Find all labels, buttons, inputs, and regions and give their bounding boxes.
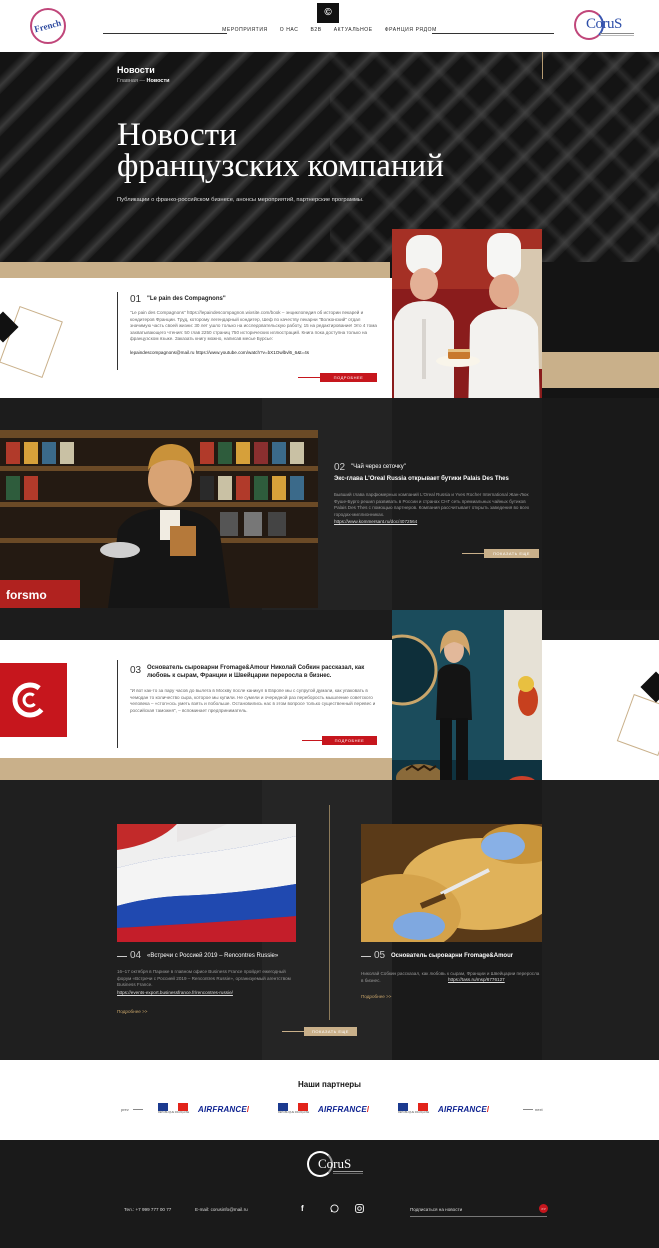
partner-label: AIRFRANCE <box>438 1105 487 1114</box>
nav-item-about[interactable]: О НАС <box>280 27 299 33</box>
more-link[interactable]: Подробнее >> <box>117 1009 147 1014</box>
section-label: Новости <box>117 65 155 75</box>
button-line <box>282 1031 304 1032</box>
page-title-line1: Новости <box>117 117 237 153</box>
republique-francaise-logo[interactable]: RÉPUBLIQUE FRANÇAISE <box>278 1103 310 1114</box>
subscribe-button[interactable]: >> <box>539 1204 548 1213</box>
show-more-button[interactable]: ПОКАЗАТЬ ЕЩЕ <box>484 549 539 558</box>
article-number: 03 <box>130 665 142 676</box>
nav-item-france[interactable]: ФРАНЦИЯ РЯДОМ <box>385 27 437 33</box>
article-link[interactable]: https://www.kommersant.ru/doc/4072564 <box>334 519 417 526</box>
corus-logo[interactable]: CoruS <box>574 10 634 42</box>
article-link[interactable]: lepaindescompagnons@mail.ru https://www.… <box>130 350 378 357</box>
partner-caption: RÉPUBLIQUE FRANÇAISE <box>278 1111 310 1114</box>
shop-sign: forsmo <box>6 588 47 602</box>
news-page: French МЕРОПРИЯТИЯ О НАС B2B АКТУАЛЬНОЕ … <box>0 0 659 1248</box>
partner-caption: RÉPUBLIQUE FRANÇAISE <box>398 1111 430 1114</box>
breadcrumb: Главная — Новости <box>117 78 170 84</box>
center-logo-icon[interactable]: © <box>317 3 339 23</box>
breadcrumb-separator: — <box>139 78 145 84</box>
article-title[interactable]: Основатель сыроварни Fromage&Amour <box>391 953 513 959</box>
breadcrumb-current: Новости <box>146 78 170 84</box>
next-arrow-line <box>523 1109 533 1110</box>
show-more-button[interactable]: ПОКАЗАТЬ ЕЩЕ <box>304 1027 357 1036</box>
partner-caption: RÉPUBLIQUE FRANÇAISE <box>158 1111 190 1114</box>
airfrance-logo[interactable]: AIRFRANCE/ <box>198 1105 249 1114</box>
nav-item-actual[interactable]: АКТУАЛЬНОЕ <box>334 27 373 33</box>
interview-photo <box>392 610 542 804</box>
page-title: Новости французских компаний <box>117 117 537 184</box>
page-subtitle: Публикации о франко-российском бизнесе, … <box>117 197 364 203</box>
partner-label: AIRFRANCE <box>318 1105 367 1114</box>
article-link[interactable]: https://events-export.businessfrance.fr/… <box>117 990 233 997</box>
article-divider <box>117 660 118 748</box>
partners-title: Наши партнеры <box>297 1080 361 1089</box>
article-link[interactable]: https://tass.ru/msp/6776127 <box>448 977 505 984</box>
russia-flag-photo <box>117 824 296 942</box>
site-header: French МЕРОПРИЯТИЯ О НАС B2B АКТУАЛЬНОЕ … <box>0 0 659 52</box>
article-text: Бывший глава парфюмерных компаний L'Orea… <box>334 492 530 517</box>
prev-arrow-line <box>133 1109 143 1110</box>
partners-prev-button[interactable]: prev <box>121 1107 129 1112</box>
article-title[interactable]: "Чай через сеточку" <box>351 464 406 470</box>
republique-francaise-logo[interactable]: RÉPUBLIQUE FRANÇAISE <box>158 1103 190 1114</box>
button-line <box>462 553 484 554</box>
french-logo[interactable]: French <box>30 8 66 44</box>
article-text: "И вот как-то за пару часов до вылета в … <box>130 688 376 713</box>
number-dash <box>117 956 127 957</box>
airfrance-mark-icon: / <box>366 1105 370 1114</box>
button-line <box>302 740 324 741</box>
partner-label: AIRFRANCE <box>198 1105 247 1114</box>
article-title[interactable]: «Встречи с Россией 2019 – Rencontres Rus… <box>147 953 278 959</box>
footer-email[interactable]: E-mail: corusinfo@mail.ru <box>195 1207 248 1212</box>
button-line <box>298 377 320 378</box>
main-nav: МЕРОПРИЯТИЯ О НАС B2B АКТУАЛЬНОЕ ФРАНЦИЯ… <box>0 27 659 33</box>
more-button[interactable]: ПОДРОБНЕЕ <box>320 373 377 382</box>
breadcrumb-home[interactable]: Главная <box>117 78 138 84</box>
header-divider-right <box>432 33 554 34</box>
article-number: 01 <box>130 294 142 305</box>
airfrance-logo[interactable]: AIRFRANCE/ <box>438 1105 489 1114</box>
decor-band <box>0 262 390 278</box>
article-number: 04 <box>130 950 142 961</box>
facebook-icon[interactable]: f <box>301 1204 304 1213</box>
article-title[interactable]: Основатель сыроварни Fromage&Amour Никол… <box>147 664 379 680</box>
section-stripe <box>542 398 659 610</box>
section-divider <box>329 805 330 1020</box>
article-text: "Le pain des Compagnons" https://lepaind… <box>130 310 377 341</box>
footer-phone[interactable]: Тел.: +7 999 777 00 77 <box>124 1207 171 1212</box>
article-subtitle[interactable]: Экс-глава L'Oreal Russia открывает бутик… <box>334 476 509 482</box>
nav-item-events[interactable]: МЕРОПРИЯТИЯ <box>222 27 268 33</box>
cheese-photo <box>361 824 542 942</box>
header-divider-left <box>103 33 227 34</box>
chefs-photo <box>392 229 542 418</box>
more-button[interactable]: ПОДРОБНЕЕ <box>322 736 377 745</box>
airfrance-mark-icon: / <box>486 1105 490 1114</box>
instagram-icon[interactable] <box>355 1204 364 1215</box>
article-number: 02 <box>334 462 346 473</box>
subscribe-underline <box>410 1216 547 1217</box>
article-divider <box>117 292 118 370</box>
whatsapp-icon[interactable] <box>330 1204 339 1215</box>
decor-band <box>542 352 659 388</box>
republique-francaise-logo[interactable]: RÉPUBLIQUE FRANÇAISE <box>398 1103 430 1114</box>
hero-banner: Новости Главная — Новости Новости францу… <box>0 52 659 262</box>
partners-section <box>0 1060 659 1140</box>
footer-logo[interactable]: CoruS <box>307 1151 367 1179</box>
corus-red-logo <box>0 663 67 737</box>
article-number: 05 <box>374 950 386 961</box>
airfrance-logo[interactable]: AIRFRANCE/ <box>318 1105 369 1114</box>
partners-next-button[interactable]: next <box>535 1107 543 1112</box>
subscribe-input[interactable]: Подписаться на новости <box>410 1207 462 1212</box>
airfrance-mark-icon: / <box>246 1105 250 1114</box>
page-title-line2: французских компаний <box>117 148 444 184</box>
tea-shop-photo: forsmo <box>0 430 318 608</box>
decor-band <box>0 758 392 780</box>
more-link[interactable]: Подробнее >> <box>361 994 391 999</box>
article-title[interactable]: "Le pain des Compagnons" <box>147 296 226 302</box>
number-dash <box>361 956 371 957</box>
nav-item-b2b[interactable]: B2B <box>310 27 321 33</box>
article-text: 16–17 октября в Париже в главном офисе B… <box>117 969 291 987</box>
